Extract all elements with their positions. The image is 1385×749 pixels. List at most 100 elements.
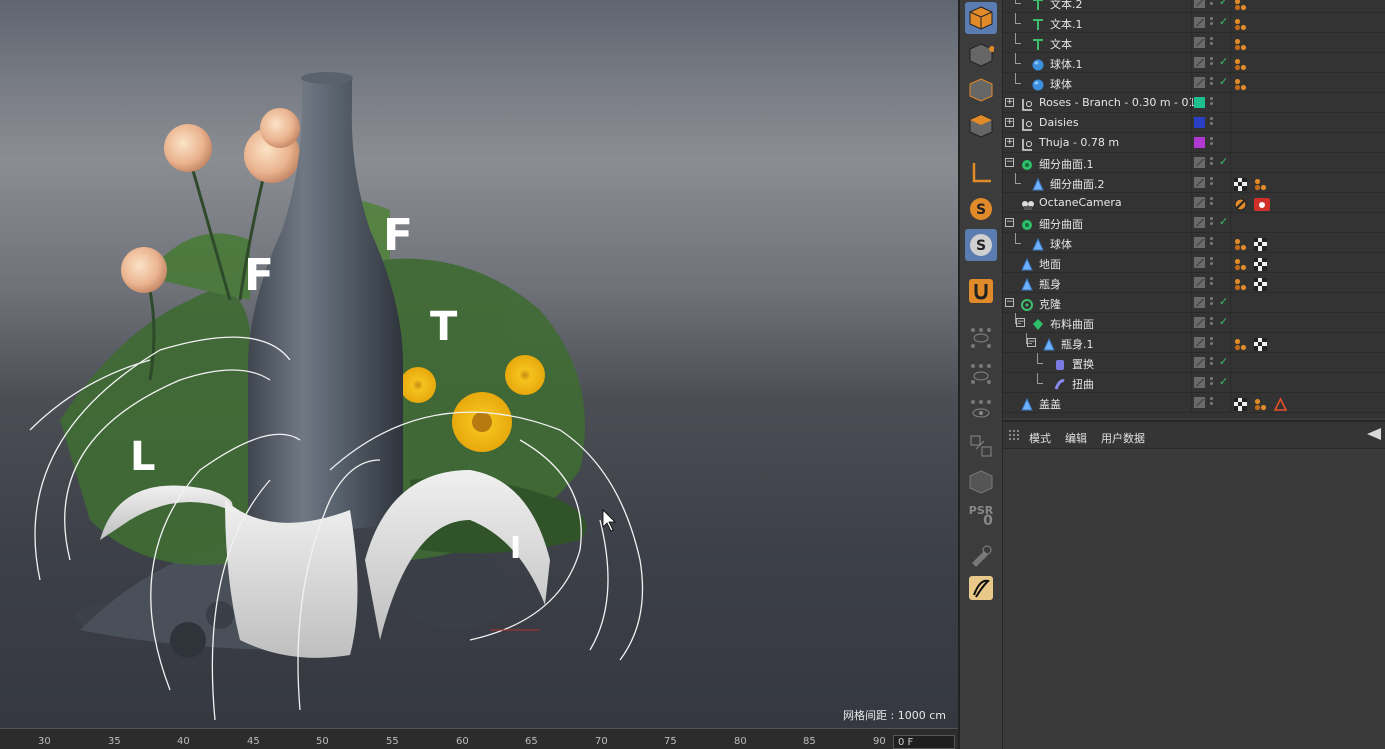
object-row[interactable]: 文本 [1003,33,1385,53]
layer-toggle[interactable] [1194,0,1205,8]
expand-toggle[interactable]: + [1005,98,1014,107]
object-row[interactable]: − 瓶身.1 [1003,333,1385,353]
object-row[interactable]: 球体 ✓ [1003,73,1385,93]
phong-tag-icon[interactable] [1234,236,1247,251]
layer-toggle[interactable] [1194,257,1205,268]
layer-toggle[interactable] [1194,397,1205,408]
object-row[interactable]: 置换 ✓ [1003,353,1385,373]
checker-tag-icon[interactable] [1254,276,1267,291]
checker-tag-icon[interactable] [1234,176,1247,191]
layer-toggle[interactable] [1194,37,1205,48]
warning-tag-icon[interactable] [1273,396,1288,411]
object-row[interactable]: − 克隆 ✓ [1003,293,1385,313]
layer-color-swatch[interactable] [1194,137,1205,148]
phong-tag-icon[interactable] [1234,256,1247,271]
enabled-check-icon[interactable]: ✓ [1219,375,1228,388]
enabled-check-icon[interactable]: ✓ [1219,215,1228,228]
checker-tag-icon[interactable] [1254,256,1267,271]
axis-tool-button[interactable] [965,157,997,189]
model-mode-button[interactable] [965,2,997,34]
visibility-dots[interactable] [1210,375,1216,389]
texture-mode-button[interactable] [965,430,997,462]
visibility-dots[interactable] [1210,275,1216,289]
object-row[interactable]: 盖盖 [1003,393,1385,413]
menu-user-data[interactable]: 用户数据 [1101,430,1145,446]
visibility-dots[interactable] [1210,235,1216,249]
paint-button[interactable] [965,538,997,570]
visibility-dots[interactable] [1210,35,1216,49]
enabled-check-icon[interactable]: ✓ [1219,55,1228,68]
enabled-check-icon[interactable]: ✓ [1219,0,1228,8]
layer-toggle[interactable] [1194,277,1205,288]
phong-tag-icon[interactable] [1234,0,1247,11]
viewport[interactable]: F T F L I 网格间距 : 1000 cm [0,0,958,728]
visibility-dots[interactable] [1210,115,1216,129]
expand-toggle[interactable]: + [1005,118,1014,127]
object-row[interactable]: 球体.1 ✓ [1003,53,1385,73]
checker-tag-icon[interactable] [1254,236,1267,251]
layer-toggle[interactable] [1194,357,1205,368]
phong-tag-icon[interactable] [1234,276,1247,291]
object-row[interactable]: − 细分曲面 ✓ [1003,213,1385,233]
layer-color-swatch[interactable] [1194,117,1205,128]
layer-color-swatch[interactable] [1194,97,1205,108]
phong-tag-icon[interactable] [1234,76,1247,91]
object-row[interactable]: + Daisies [1003,113,1385,133]
visibility-dots[interactable] [1210,295,1216,309]
visibility-dots[interactable] [1210,135,1216,149]
expand-toggle[interactable]: − [1005,218,1014,227]
phong-tag-icon[interactable] [1234,16,1247,31]
visibility-dots[interactable] [1210,155,1216,169]
checker-tag-icon[interactable] [1254,336,1267,351]
visibility-dots[interactable] [1210,95,1216,109]
phong-tag-icon[interactable] [1254,176,1267,191]
visibility-dots[interactable] [1210,395,1216,409]
object-row[interactable]: 地面 [1003,253,1385,273]
layer-toggle[interactable] [1194,177,1205,188]
layer-toggle[interactable] [1194,377,1205,388]
object-manager[interactable]: 文本.2 ✓ 文本.1 ✓ 文本 球体.1 ✓ 球体 ✓ + Roses - Branch - 0.… [1003,0,1385,418]
expand-toggle[interactable]: + [1005,138,1014,147]
octane-camera-tag-icon[interactable] [1254,196,1270,211]
polygons-mode-button[interactable] [965,110,997,142]
points-mode-button[interactable] [965,39,997,71]
expand-toggle[interactable]: − [1005,298,1014,307]
layer-toggle[interactable] [1194,17,1205,28]
phong-tag-icon[interactable] [1234,56,1247,71]
viewport-solo-hierarchy-button[interactable] [965,358,997,390]
layer-toggle[interactable] [1194,297,1205,308]
enabled-check-icon[interactable]: ✓ [1219,15,1228,28]
menu-mode[interactable]: 模式 [1029,430,1051,446]
object-row[interactable]: − 细分曲面.1 ✓ [1003,153,1385,173]
visibility-dots[interactable] [1210,355,1216,369]
layer-toggle[interactable] [1194,317,1205,328]
timeline-ruler[interactable]: 30 35 40 45 50 55 60 65 70 75 80 85 90 [0,728,958,749]
object-row[interactable]: 文本.2 ✓ [1003,0,1385,13]
visibility-dots[interactable] [1210,335,1216,349]
viewport-solo-button[interactable] [965,322,997,354]
visibility-dots[interactable] [1210,15,1216,29]
layer-toggle[interactable] [1194,337,1205,348]
expand-toggle[interactable]: − [1027,338,1036,347]
checker-tag-icon[interactable] [1234,396,1247,411]
visibility-dots[interactable] [1210,75,1216,89]
snap-button[interactable]: S [965,193,997,225]
psr-button[interactable]: PSR 0 [965,500,997,532]
visibility-dots[interactable] [1210,55,1216,69]
layer-toggle[interactable] [1194,217,1205,228]
object-row[interactable]: + Roses - Branch - 0.30 m - 01 [1003,93,1385,113]
object-row[interactable]: 文本.1 ✓ [1003,13,1385,33]
menu-edit[interactable]: 编辑 [1065,430,1087,446]
expand-toggle[interactable]: − [1016,318,1025,327]
layer-toggle[interactable] [1194,77,1205,88]
object-row[interactable]: − 布料曲面 ✓ [1003,313,1385,333]
expand-toggle[interactable]: − [1005,158,1014,167]
snap-settings-button[interactable]: S [965,229,997,261]
edges-mode-button[interactable] [965,74,997,106]
enabled-check-icon[interactable]: ✓ [1219,155,1228,168]
object-row[interactable]: 扭曲 ✓ [1003,373,1385,393]
object-row[interactable]: OctaneCamera [1003,193,1385,213]
enabled-check-icon[interactable]: ✓ [1219,315,1228,328]
enabled-check-icon[interactable]: ✓ [1219,355,1228,368]
workplane-button[interactable] [965,466,997,498]
